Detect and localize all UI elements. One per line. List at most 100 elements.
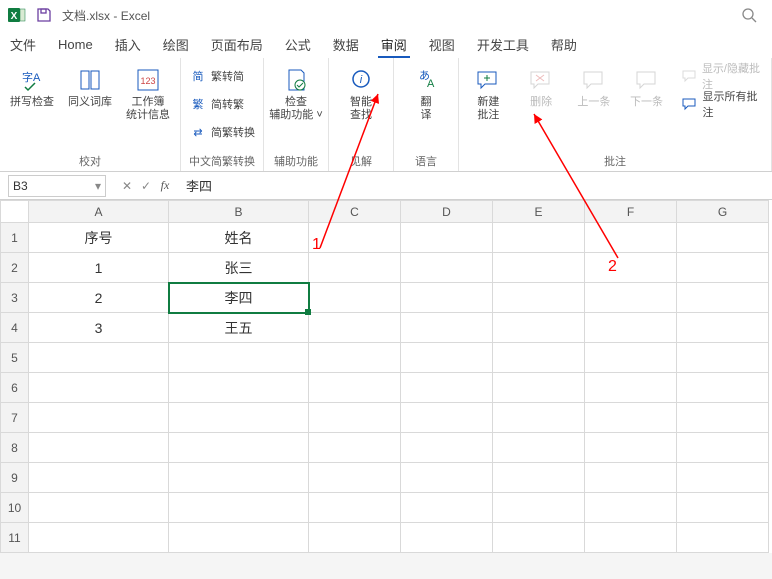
cell-d1[interactable] xyxy=(401,223,493,253)
select-all-corner[interactable] xyxy=(1,201,29,223)
btn-thesaurus[interactable]: 同义词库 xyxy=(66,62,114,109)
menu-home[interactable]: Home xyxy=(58,37,93,52)
btn-convert[interactable]: ⇄简繁转换 xyxy=(189,120,255,144)
btn-check-accessibility[interactable]: 检查 辅助功能 ˅ xyxy=(272,62,320,122)
btn-t2s[interactable]: 繁简转繁 xyxy=(189,92,255,116)
menu-insert[interactable]: 插入 xyxy=(115,35,141,54)
cell-g2[interactable] xyxy=(677,253,769,283)
cell-e3[interactable] xyxy=(493,283,585,313)
btn-workbook-stats[interactable]: 123 工作簿 统计信息 xyxy=(124,62,172,122)
cell-d6[interactable] xyxy=(401,373,493,403)
cell-f8[interactable] xyxy=(585,433,677,463)
menu-draw[interactable]: 绘图 xyxy=(163,35,189,54)
cell-b7[interactable] xyxy=(169,403,309,433)
cell-b1[interactable]: 姓名 xyxy=(169,223,309,253)
cell-b3[interactable]: 李四 xyxy=(169,283,309,313)
cell-g8[interactable] xyxy=(677,433,769,463)
menu-layout[interactable]: 页面布局 xyxy=(211,35,263,54)
cell-b2[interactable]: 张三 xyxy=(169,253,309,283)
cell-c10[interactable] xyxy=(309,493,401,523)
row-header-4[interactable]: 4 xyxy=(1,313,29,343)
cell-a8[interactable] xyxy=(29,433,169,463)
name-box[interactable]: B3 ▾ xyxy=(8,175,106,197)
col-header-e[interactable]: E xyxy=(493,201,585,223)
cell-g6[interactable] xyxy=(677,373,769,403)
cell-a2[interactable]: 1 xyxy=(29,253,169,283)
menu-review[interactable]: 审阅 xyxy=(381,35,407,54)
cell-a10[interactable] xyxy=(29,493,169,523)
cell-g5[interactable] xyxy=(677,343,769,373)
row-header-6[interactable]: 6 xyxy=(1,373,29,403)
cell-f3[interactable] xyxy=(585,283,677,313)
row-header-8[interactable]: 8 xyxy=(1,433,29,463)
cell-b8[interactable] xyxy=(169,433,309,463)
btn-new-comment[interactable]: 新建 批注 xyxy=(467,62,510,122)
cell-b10[interactable] xyxy=(169,493,309,523)
cell-f7[interactable] xyxy=(585,403,677,433)
cell-g3[interactable] xyxy=(677,283,769,313)
cell-a1[interactable]: 序号 xyxy=(29,223,169,253)
cell-a6[interactable] xyxy=(29,373,169,403)
cell-g4[interactable] xyxy=(677,313,769,343)
cell-b9[interactable] xyxy=(169,463,309,493)
col-header-b[interactable]: B xyxy=(169,201,309,223)
cell-c2[interactable] xyxy=(309,253,401,283)
cell-f11[interactable] xyxy=(585,523,677,553)
formula-input[interactable]: 李四 xyxy=(174,176,772,195)
cell-e6[interactable] xyxy=(493,373,585,403)
btn-s2t[interactable]: 简繁转简 xyxy=(189,64,255,88)
cancel-icon[interactable]: ✕ xyxy=(118,177,136,195)
cell-g1[interactable] xyxy=(677,223,769,253)
cell-b6[interactable] xyxy=(169,373,309,403)
cell-e4[interactable] xyxy=(493,313,585,343)
menu-help[interactable]: 帮助 xyxy=(551,35,577,54)
cell-b11[interactable] xyxy=(169,523,309,553)
col-header-a[interactable]: A xyxy=(29,201,169,223)
cell-e11[interactable] xyxy=(493,523,585,553)
cell-a4[interactable]: 3 xyxy=(29,313,169,343)
cell-d11[interactable] xyxy=(401,523,493,553)
cell-a9[interactable] xyxy=(29,463,169,493)
fx-icon[interactable]: fx xyxy=(156,177,174,195)
row-header-3[interactable]: 3 xyxy=(1,283,29,313)
menu-formula[interactable]: 公式 xyxy=(285,35,311,54)
row-header-5[interactable]: 5 xyxy=(1,343,29,373)
search-icon[interactable] xyxy=(734,3,764,27)
cell-d7[interactable] xyxy=(401,403,493,433)
cell-d8[interactable] xyxy=(401,433,493,463)
btn-translate[interactable]: あA 翻 译 xyxy=(402,62,450,122)
menu-file[interactable]: 文件 xyxy=(10,35,36,54)
row-header-1[interactable]: 1 xyxy=(1,223,29,253)
cell-f6[interactable] xyxy=(585,373,677,403)
cell-e1[interactable] xyxy=(493,223,585,253)
cell-c3[interactable] xyxy=(309,283,401,313)
btn-spellcheck[interactable]: 字A 拼写检查 xyxy=(8,62,56,109)
cell-c11[interactable] xyxy=(309,523,401,553)
col-header-c[interactable]: C xyxy=(309,201,401,223)
btn-show-all-comments[interactable]: 显示所有批注 xyxy=(682,92,763,116)
cell-b4[interactable]: 王五 xyxy=(169,313,309,343)
cell-f10[interactable] xyxy=(585,493,677,523)
cell-a7[interactable] xyxy=(29,403,169,433)
cell-g9[interactable] xyxy=(677,463,769,493)
cell-g11[interactable] xyxy=(677,523,769,553)
cell-f4[interactable] xyxy=(585,313,677,343)
cell-d5[interactable] xyxy=(401,343,493,373)
cell-d3[interactable] xyxy=(401,283,493,313)
col-header-f[interactable]: F xyxy=(585,201,677,223)
cell-d4[interactable] xyxy=(401,313,493,343)
cell-e10[interactable] xyxy=(493,493,585,523)
cell-c7[interactable] xyxy=(309,403,401,433)
cell-g10[interactable] xyxy=(677,493,769,523)
cell-e2[interactable] xyxy=(493,253,585,283)
cell-c9[interactable] xyxy=(309,463,401,493)
cell-f9[interactable] xyxy=(585,463,677,493)
cell-e5[interactable] xyxy=(493,343,585,373)
row-header-9[interactable]: 9 xyxy=(1,463,29,493)
row-header-2[interactable]: 2 xyxy=(1,253,29,283)
cell-c6[interactable] xyxy=(309,373,401,403)
col-header-d[interactable]: D xyxy=(401,201,493,223)
cell-f5[interactable] xyxy=(585,343,677,373)
row-header-11[interactable]: 11 xyxy=(1,523,29,553)
menu-view[interactable]: 视图 xyxy=(429,35,455,54)
